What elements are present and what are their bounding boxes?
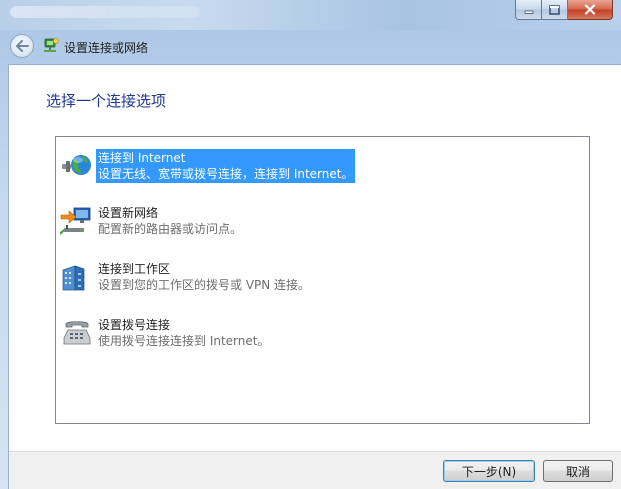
telephone-modem-icon bbox=[63, 321, 91, 345]
option-label-box[interactable]: 连接到 Internet 设置无线、宽带或拨号连接，连接到 Internet。 bbox=[96, 149, 356, 183]
option-title: 连接到 Internet bbox=[98, 151, 186, 165]
navigation-bar: 设置连接或网络 bbox=[0, 30, 621, 64]
minimize-icon bbox=[524, 10, 533, 14]
close-button[interactable] bbox=[568, 0, 613, 20]
maximize-icon bbox=[549, 4, 560, 15]
title-bar-blur bbox=[10, 6, 200, 18]
cancel-button[interactable]: 取消 bbox=[543, 460, 613, 482]
option-label-box[interactable]: 连接到工作区 设置到您的工作区的拨号或 VPN 连接。 bbox=[96, 260, 312, 294]
option-title: 设置拨号连接 bbox=[98, 318, 171, 332]
option-description: 设置到您的工作区的拨号或 VPN 连接。 bbox=[98, 278, 311, 292]
option-description: 设置无线、宽带或拨号连接，连接到 Internet。 bbox=[98, 167, 354, 181]
option-new-network[interactable]: 设置新网络 配置新的路由器或访问点。 bbox=[60, 204, 350, 238]
option-title: 设置新网络 bbox=[98, 206, 159, 220]
workplace-building-icon bbox=[62, 265, 85, 291]
back-button[interactable] bbox=[10, 34, 34, 58]
option-description: 使用拨号连接连接到 Internet。 bbox=[98, 334, 270, 348]
back-arrow-icon bbox=[16, 40, 29, 52]
window-title: 设置连接或网络 bbox=[64, 41, 149, 55]
network-setup-icon bbox=[44, 38, 59, 52]
option-label-box[interactable]: 设置拨号连接 使用拨号连接连接到 Internet。 bbox=[96, 316, 271, 350]
globe-network-icon bbox=[62, 155, 91, 175]
option-dialup-connection[interactable]: 设置拨号连接 使用拨号连接连接到 Internet。 bbox=[60, 316, 350, 350]
minimize-button[interactable] bbox=[515, 0, 542, 20]
option-connect-workplace[interactable]: 连接到工作区 设置到您的工作区的拨号或 VPN 连接。 bbox=[60, 260, 350, 294]
close-icon bbox=[584, 4, 596, 15]
maximize-button[interactable] bbox=[542, 0, 568, 20]
window-frame: 设置连接或网络 选择一个连接选项 连接到 Internet 设置无线、宽带或拨号… bbox=[0, 0, 621, 489]
option-title: 连接到工作区 bbox=[98, 262, 171, 276]
option-label-box[interactable]: 设置新网络 配置新的路由器或访问点。 bbox=[96, 204, 244, 238]
wizard-content: 选择一个连接选项 连接到 Internet 设置无线、宽带或拨号连接，连接到 I… bbox=[8, 64, 621, 489]
page-heading: 选择一个连接选项 bbox=[46, 92, 167, 110]
option-connect-internet[interactable]: 连接到 Internet 设置无线、宽带或拨号连接，连接到 Internet。 bbox=[60, 149, 356, 183]
next-button[interactable]: 下一步(N) bbox=[443, 460, 535, 482]
connection-options-list[interactable]: 连接到 Internet 设置无线、宽带或拨号连接，连接到 Internet。 bbox=[55, 136, 590, 424]
new-network-router-icon bbox=[60, 207, 91, 235]
option-description: 配置新的路由器或访问点。 bbox=[98, 222, 243, 236]
button-bar: 下一步(N) 取消 bbox=[9, 451, 621, 489]
title-bar[interactable] bbox=[0, 0, 621, 30]
caption-buttons bbox=[515, 0, 613, 20]
